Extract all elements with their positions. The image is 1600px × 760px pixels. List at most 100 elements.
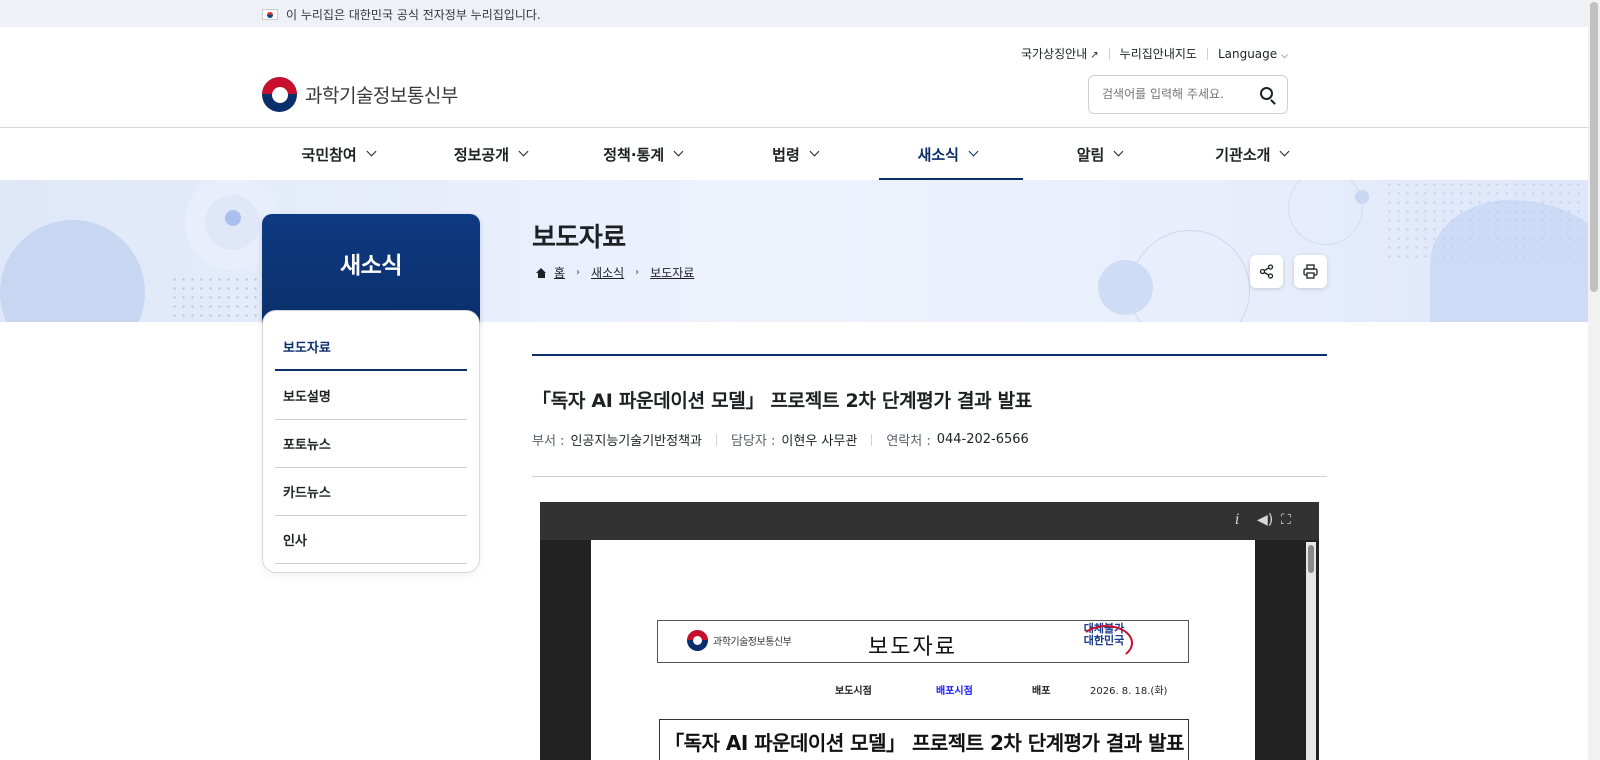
chevron-down-icon (809, 146, 820, 157)
viewer-toolbar: i ◀) ⛶ (540, 502, 1319, 540)
divider (1108, 47, 1110, 60)
chevron-down-icon (968, 146, 979, 157)
gnb-label: 기관소개 (1215, 145, 1271, 164)
share-icon (1259, 264, 1274, 279)
lnb-title: 새소식 (340, 253, 402, 279)
doc-org-name: 과학기술정보통신부 (713, 637, 792, 648)
gnb-item-law[interactable]: 법령 (719, 128, 871, 180)
home-icon (536, 267, 547, 278)
decor-circle (1355, 190, 1369, 204)
chevron-down-icon (673, 146, 684, 157)
printer-icon (1303, 264, 1318, 279)
search-icon[interactable] (1260, 87, 1273, 100)
util-link-label: 국가상징안내 (1021, 47, 1088, 61)
gnb-label: 국민참여 (301, 145, 357, 164)
decor-circle (0, 220, 145, 322)
sub-visual-banner (0, 180, 1588, 322)
decor-dots (170, 275, 270, 320)
article-divider (532, 476, 1327, 477)
meta-phone-value: 044-202-6566 (936, 432, 1029, 447)
meta-contact-person-value: 이현우 사무관 (781, 434, 858, 449)
search-box (1088, 75, 1288, 114)
site-logo[interactable]: 과학기술정보통신부 (262, 77, 458, 112)
decor-circle (1288, 180, 1363, 245)
util-link-national-symbols[interactable]: 국가상징안내 ↗ (1021, 45, 1099, 62)
chevron-down-icon: ⌵ (1281, 50, 1288, 61)
decor-circle (1098, 260, 1153, 315)
gnb-item-notice[interactable]: 알림 (1023, 128, 1175, 180)
doc-release-time-label: 보도시점 (835, 686, 872, 697)
logo-text: 과학기술정보통신부 (305, 85, 458, 107)
campaign-seal-logo: 대체불가 대한민국 (1073, 623, 1135, 661)
decor-dots (1385, 180, 1585, 260)
print-button[interactable] (1294, 255, 1327, 288)
breadcrumb-current[interactable]: 보도자료 (650, 264, 694, 281)
gnb-label: 새소식 (917, 145, 959, 164)
gnb-item-disclosure[interactable]: 정보공개 (414, 128, 566, 180)
language-selector[interactable]: Language ⌵ (1218, 47, 1288, 61)
external-link-icon: ↗ (1090, 50, 1099, 61)
meta-phone-label: 연락처 : (886, 434, 931, 449)
page-scrollbar[interactable] (1588, 0, 1600, 760)
viewer-scrollbar[interactable] (1306, 542, 1316, 760)
lnb-item-photo-news[interactable]: 포토뉴스 (275, 420, 467, 468)
document-viewer: i ◀) ⛶ 과학기술정보통신부 보도자료 대체불가 대한민국 보도시점 배포시점… (540, 502, 1319, 760)
decor-circle (225, 210, 241, 226)
government-emblem-icon (687, 630, 708, 651)
page-title: 보도자료 (532, 223, 626, 253)
gnb-item-participation[interactable]: 국민참여 (262, 128, 414, 180)
chevron-right-icon: › (635, 267, 640, 278)
doc-distribution-time-label: 배포시점 (936, 686, 973, 697)
lnb-menu: 보도자료 보도설명 포토뉴스 카드뉴스 인사 (262, 310, 480, 573)
divider (871, 433, 873, 446)
chevron-down-icon (366, 146, 377, 157)
info-icon[interactable]: i (1235, 512, 1239, 528)
gnb-item-news[interactable]: 새소식 (871, 128, 1024, 180)
doc-distribution-label: 배포 (1032, 686, 1051, 697)
doc-headline: 「독자 AI 파운데이션 모델」 프로젝트 2차 단계평가 결과 발표 (659, 719, 1189, 760)
gnb-item-policy[interactable]: 정책·통계 (567, 128, 719, 180)
share-button[interactable] (1250, 255, 1283, 288)
gov-banner: 이 누리집은 대한민국 공식 전자정부 누리집입니다. (0, 0, 1588, 27)
doc-org-logo: 과학기술정보통신부 (682, 630, 792, 651)
gov-banner-text: 이 누리집은 대한민국 공식 전자정부 누리집입니다. (286, 8, 541, 22)
chevron-down-icon (1279, 146, 1290, 157)
doc-heading: 보도자료 (868, 635, 957, 660)
korea-flag-icon (262, 9, 278, 20)
lnb-item-press-release[interactable]: 보도자료 (275, 323, 467, 371)
divider (716, 433, 717, 446)
chevron-down-icon (1113, 146, 1124, 157)
lnb-item-press-explanation[interactable]: 보도설명 (275, 372, 467, 420)
article-top-border (532, 354, 1327, 356)
viewer-gutter-left (540, 540, 591, 760)
gnb-label: 정보공개 (453, 145, 510, 164)
gnb-item-about[interactable]: 기관소개 (1176, 128, 1328, 180)
search-input[interactable] (1102, 87, 1252, 101)
document-page: 과학기술정보통신부 보도자료 대체불가 대한민국 보도시점 배포시점 배포 202… (591, 540, 1255, 760)
meta-dept-value: 인공지능기술기반정책과 (570, 434, 702, 449)
divider (1206, 47, 1208, 60)
meta-contact-person-label: 담당자 : (731, 434, 776, 449)
site-header: 국가상징안내 ↗ 누리집안내지도 Language ⌵ 과학기술정보통신부 (0, 27, 1588, 128)
chevron-down-icon (518, 146, 529, 157)
meta-dept-label: 부서 : (532, 434, 565, 449)
doc-header-box: 과학기술정보통신부 보도자료 대체불가 대한민국 (657, 620, 1189, 663)
breadcrumb-news[interactable]: 새소식 (591, 264, 624, 281)
util-link-sitemap[interactable]: 누리집안내지도 (1120, 45, 1197, 62)
gnb-label: 법령 (772, 145, 800, 164)
doc-date: 2026. 8. 18.(화) (1090, 686, 1168, 697)
global-nav: 국민참여 정보공개 정책·통계 법령 새소식 알림 기관소개 (262, 128, 1328, 180)
lnb-item-personnel[interactable]: 인사 (275, 516, 467, 564)
language-label: Language (1217, 46, 1278, 61)
sound-icon[interactable]: ◀) (1257, 512, 1273, 528)
article-title: 「독자 AI 파운데이션 모델」 프로젝트 2차 단계평가 결과 발표 (532, 390, 1032, 412)
article-meta: 부서 : 인공지능기술기반정책과 담당자 : 이현우 사무관 연락처 : 044… (532, 430, 1029, 449)
fullscreen-icon[interactable]: ⛶ (1281, 512, 1291, 528)
lnb-item-card-news[interactable]: 카드뉴스 (275, 468, 467, 516)
breadcrumb: 홈 › 새소식 › 보도자료 (536, 264, 694, 281)
gnb-label: 정책·통계 (603, 145, 665, 164)
gnb-label: 알림 (1076, 145, 1105, 164)
lnb-header: 새소식 (262, 214, 480, 324)
utility-links: 국가상징안내 ↗ 누리집안내지도 Language ⌵ (1021, 45, 1288, 62)
breadcrumb-home[interactable]: 홈 (554, 264, 565, 281)
